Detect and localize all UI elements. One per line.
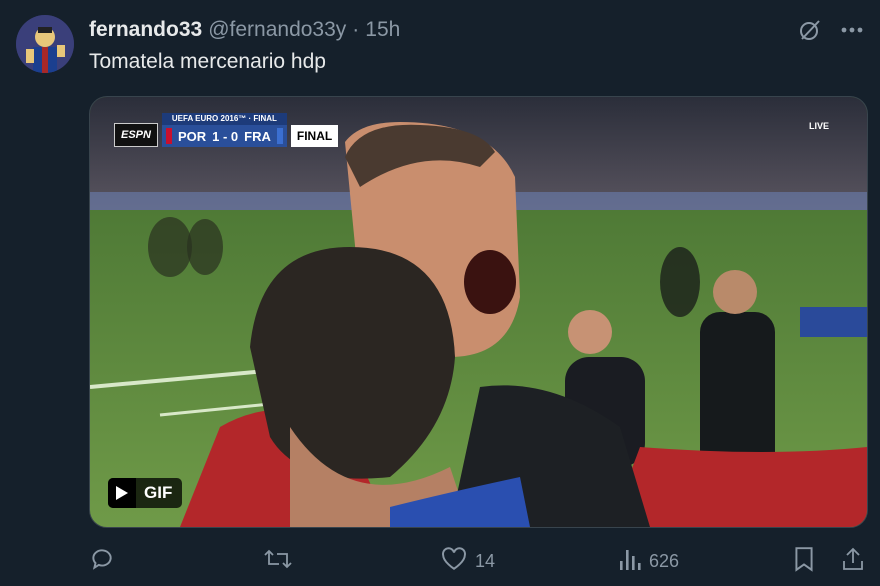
bookmark-icon bbox=[793, 546, 815, 577]
retweet-button[interactable] bbox=[264, 546, 300, 577]
score-row: POR 1 - 0 FRA bbox=[161, 125, 287, 147]
like-count: 14 bbox=[475, 550, 496, 571]
competition-label: UEFA EURO 2016™ · FINAL bbox=[161, 113, 287, 125]
share-icon bbox=[841, 546, 865, 577]
play-icon[interactable] bbox=[108, 478, 136, 508]
timestamp[interactable]: 15h bbox=[365, 18, 400, 42]
away-team: FRA bbox=[244, 128, 271, 144]
home-team: POR bbox=[177, 128, 207, 144]
avatar[interactable] bbox=[16, 15, 74, 73]
top-actions bbox=[796, 16, 866, 44]
display-name[interactable]: fernando33 bbox=[89, 18, 202, 42]
match-status: FINAL bbox=[290, 125, 339, 147]
score: 1 - 0 bbox=[212, 128, 239, 144]
gif-badge[interactable]: GIF bbox=[108, 478, 183, 508]
tweet-header: fernando33 @fernando33y · 15h bbox=[89, 17, 400, 43]
live-indicator: LIVE bbox=[808, 121, 829, 131]
gif-label: GIF bbox=[144, 483, 173, 502]
away-flag bbox=[276, 128, 283, 144]
more-icon[interactable] bbox=[838, 16, 866, 44]
heart-icon bbox=[441, 546, 467, 576]
share-button[interactable] bbox=[841, 546, 865, 577]
network-logo: ESPN bbox=[114, 123, 158, 147]
reply-button[interactable] bbox=[89, 546, 123, 577]
scorebug: ESPN UEFA EURO 2016™ · FINAL POR 1 - 0 F… bbox=[114, 113, 339, 147]
like-button[interactable]: 14 bbox=[441, 546, 496, 576]
views-count: 626 bbox=[649, 550, 680, 571]
reply-icon bbox=[89, 546, 115, 577]
tweet-media-gif[interactable]: ESPN UEFA EURO 2016™ · FINAL POR 1 - 0 F… bbox=[89, 96, 868, 528]
bookmark-button[interactable] bbox=[793, 546, 815, 577]
views-icon bbox=[619, 547, 641, 576]
gif-frame bbox=[90, 97, 867, 527]
home-flag bbox=[165, 128, 172, 144]
grok-icon[interactable] bbox=[796, 16, 824, 44]
user-handle[interactable]: @fernando33y bbox=[208, 18, 346, 42]
views-button[interactable]: 626 bbox=[619, 547, 679, 576]
separator-dot: · bbox=[352, 18, 360, 41]
action-bar: 14 626 bbox=[89, 544, 866, 578]
retweet-icon bbox=[264, 546, 292, 577]
tweet-text: Tomatela mercenario hdp bbox=[89, 50, 326, 73]
